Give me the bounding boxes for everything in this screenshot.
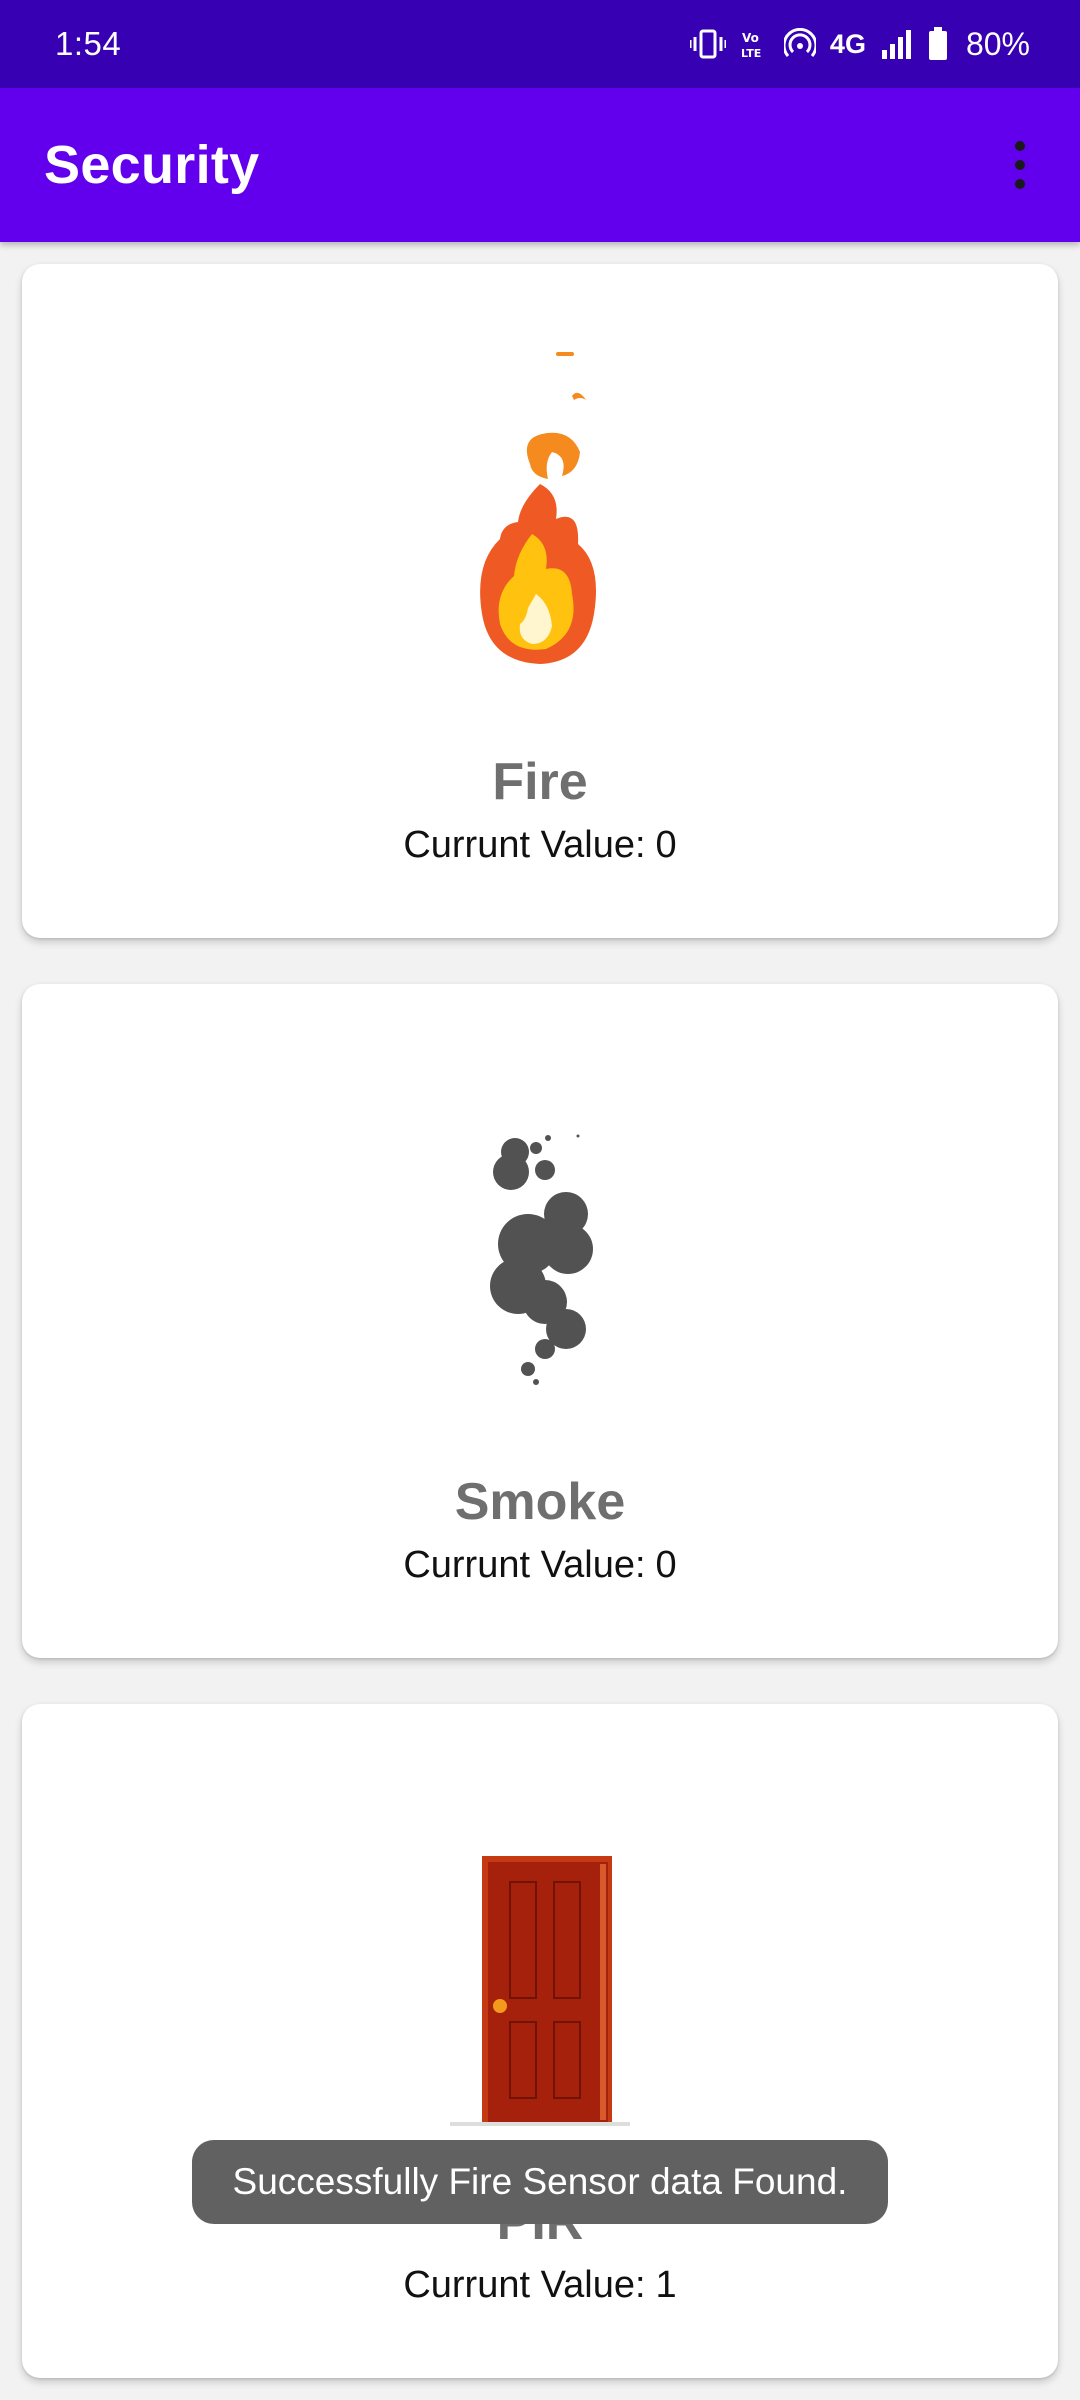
value-label: Currunt Value: bbox=[403, 824, 646, 866]
svg-text:LTE: LTE bbox=[741, 47, 761, 59]
sensor-value: Currunt Value: 0 bbox=[22, 1544, 1058, 1587]
sensor-name: Smoke bbox=[454, 1473, 626, 1531]
hotspot-icon bbox=[783, 28, 816, 60]
sensor-value: Currunt Value: 0 bbox=[22, 824, 1058, 867]
battery-percent: 80% bbox=[965, 25, 1030, 62]
value-label: Currunt Value: bbox=[403, 2264, 646, 2306]
sensor-card-pir[interactable]: PIR Currunt Value:1 bbox=[22, 1704, 1058, 2378]
page-title: Security bbox=[44, 135, 260, 195]
smoke-icon bbox=[22, 1134, 1058, 1414]
value-number: 1 bbox=[655, 2264, 677, 2306]
value-number: 0 bbox=[655, 824, 677, 866]
overflow-menu-icon[interactable] bbox=[990, 125, 1050, 205]
fire-icon bbox=[22, 344, 1058, 724]
status-time: 1:54 bbox=[55, 25, 122, 62]
status-bar: 1:54 Vo LTE 4G 80% bbox=[0, 0, 1080, 88]
signal-icon bbox=[880, 28, 914, 60]
value-label: Currunt Value: bbox=[403, 1544, 646, 1586]
sensor-card-smoke[interactable]: Smoke Currunt Value: 0 bbox=[22, 984, 1058, 1658]
svg-text:Vo: Vo bbox=[742, 31, 759, 45]
battery-icon bbox=[928, 27, 948, 61]
sensor-name: Fire bbox=[492, 753, 588, 811]
app-bar: Security bbox=[0, 88, 1080, 242]
toast-message: Successfully Fire Sensor data Found. bbox=[192, 2140, 888, 2224]
volte-icon: Vo LTE bbox=[740, 29, 770, 59]
status-icons: Vo LTE 4G 80% bbox=[689, 25, 1030, 63]
vibrate-icon bbox=[689, 29, 726, 59]
sensor-card-fire[interactable]: Fire Currunt Value: 0 bbox=[22, 264, 1058, 938]
network-type: 4G bbox=[829, 28, 866, 59]
sensor-value: Currunt Value: 1 bbox=[22, 2264, 1058, 2307]
value-number: 0 bbox=[655, 1544, 677, 1586]
door-icon bbox=[22, 1854, 1058, 2134]
